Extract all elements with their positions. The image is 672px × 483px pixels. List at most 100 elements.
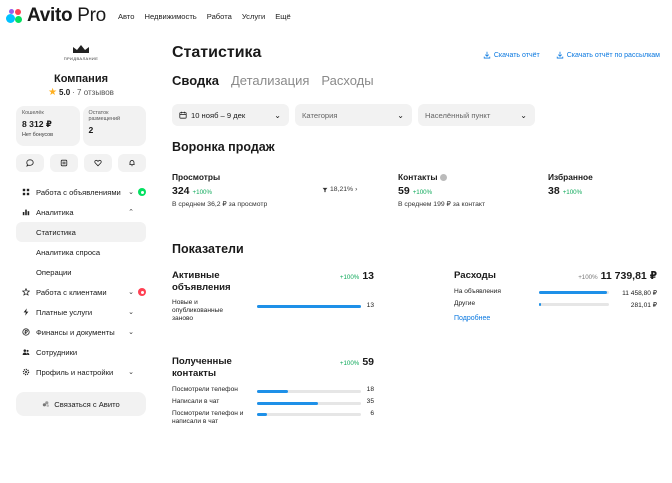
contacts-row-value: 18 — [366, 386, 374, 394]
conversion-value: 18,21% — [330, 186, 354, 193]
date-range-select[interactable]: 10 нояб – 9 дек ⌄ — [172, 104, 289, 126]
top-bar: Avito Pro Авто Недвижимость Работа Услуг… — [0, 0, 672, 32]
sidebar-item-operations[interactable]: Операции — [16, 262, 146, 282]
expenses-block[interactable]: Расходы +100% 11 739,81 ₽ На объявления 1… — [454, 270, 657, 322]
tab-expenses[interactable]: Расходы — [321, 73, 373, 88]
calendar-icon — [179, 111, 187, 119]
sidebar-item-label: Профиль и настройки — [36, 367, 114, 377]
tab-details[interactable]: Детализация — [231, 73, 309, 88]
wallet-button[interactable] — [50, 154, 78, 172]
expenses-more-link[interactable]: Подробнее — [454, 315, 657, 322]
sidebar-item-profile-settings[interactable]: Профиль и настройки ⌄ — [16, 362, 146, 382]
received-contacts-block[interactable]: Полученные контакты +100% 59 Посмотрели т… — [172, 356, 374, 427]
wallet-label: Кошелёк — [22, 110, 44, 116]
favorites-button[interactable] — [84, 154, 112, 172]
contacts-label: Контакты — [398, 172, 548, 182]
expenses-row-bar — [539, 303, 609, 306]
nav-item-more[interactable]: Ещё — [275, 12, 291, 21]
city-placeholder: Населённый пункт — [425, 110, 491, 120]
sidebar-item-label: Работа с клиентами — [36, 287, 107, 297]
sidebar-item-label: Статистика — [36, 227, 76, 237]
sidebar: ПРИДВАЛАНИЕ Компания ★ 5.0 · 7 отзывов К… — [16, 44, 146, 416]
finance-icon — [21, 328, 30, 337]
rating-value: 5.0 — [59, 88, 71, 97]
expenses-row-label: Другие — [454, 300, 476, 308]
contacts-row-label: Посмотрели телефон и написали в чат — [172, 409, 244, 425]
top-nav: Авто Недвижимость Работа Услуги Ещё — [118, 12, 291, 21]
sidebar-item-paid-services[interactable]: Платные услуги ⌄ — [16, 302, 146, 322]
city-select[interactable]: Населённый пункт ⌄ — [418, 104, 535, 126]
contact-avito-button[interactable]: Связаться с Авито — [16, 392, 146, 416]
active-row-label: Новые и опубликованные заново — [172, 298, 224, 323]
category-placeholder: Категория — [302, 110, 338, 120]
expenses-value: 11 739,81 ₽ — [600, 270, 657, 282]
company-name[interactable]: Компания — [16, 73, 146, 85]
chevron-down-icon: ⌄ — [520, 110, 527, 120]
chevron-down-icon: ⌄ — [128, 329, 134, 336]
funnel-views[interactable]: Просмотры 324 +100% В среднем 36,2 ₽ за п… — [172, 172, 398, 208]
info-icon — [439, 174, 447, 181]
nav-item-jobs[interactable]: Работа — [207, 12, 232, 21]
gear-icon — [21, 368, 30, 377]
wallet-card[interactable]: Кошелёк 8 312 ₽ Нет бонусов — [16, 106, 80, 146]
avito-logo-icon — [6, 8, 24, 24]
active-listings-label: Активные объявления — [172, 270, 231, 293]
expenses-delta: +100% — [578, 274, 598, 281]
received-contacts-delta: +100% — [339, 360, 360, 367]
contacts-row-bar — [257, 412, 361, 416]
status-dot — [138, 188, 146, 196]
sidebar-item-finance[interactable]: Финансы и документы ⌄ — [16, 322, 146, 342]
avito-pro-logo[interactable]: Avito Pro — [6, 5, 106, 27]
filters: 10 нояб – 9 дек ⌄ Категория ⌄ Населённый… — [172, 104, 660, 126]
notifications-button[interactable] — [118, 154, 146, 172]
company-logo-caption: ПРИДВАЛАНИЕ — [63, 56, 99, 61]
active-listings-block[interactable]: Активные объявления +100% 13 Новые и опуб… — [172, 270, 374, 324]
sidebar-item-label: Сотрудники — [36, 347, 78, 357]
sidebar-item-label: Платные услуги — [36, 307, 93, 317]
expenses-row-label: На объявления — [454, 288, 501, 296]
star-icon: ★ — [48, 87, 58, 98]
sidebar-item-clients[interactable]: Работа с клиентами ⌄ — [16, 282, 146, 302]
expenses-row-bar — [539, 291, 609, 294]
sidebar-item-analytics[interactable]: Аналитика ⌃ — [16, 202, 146, 222]
download-report-link[interactable]: Скачать отчёт — [483, 51, 540, 59]
wallet-value: 8 312 ₽ — [22, 118, 52, 129]
expenses-row-fill — [539, 303, 542, 306]
contacts-row-label: Посмотрели телефон — [172, 385, 238, 393]
sidebar-item-demand-analytics[interactable]: Аналитика спроса — [16, 242, 146, 262]
nav-item-realty[interactable]: Недвижимость — [145, 12, 197, 21]
conversion-rate[interactable]: 18,21% › — [322, 186, 357, 193]
placements-card[interactable]: Остаток размещений 2 — [82, 106, 146, 146]
nav-item-services[interactable]: Услуги — [242, 12, 265, 21]
expenses-label: Расходы — [454, 270, 496, 281]
placements-value: 2 — [88, 124, 94, 135]
download-mailing-report-link[interactable]: Скачать отчёт по рассылкам — [556, 51, 660, 59]
company-logo: ПРИДВАЛАНИЕ — [16, 44, 146, 61]
sidebar-item-listings[interactable]: Работа с объявлениями ⌄ — [16, 182, 146, 202]
messages-button[interactable] — [16, 154, 44, 172]
tab-summary[interactable]: Сводка — [172, 73, 219, 88]
category-select[interactable]: Категория ⌄ — [295, 104, 412, 126]
funnel-favorites[interactable]: Избранное 38 +100% — [548, 172, 593, 208]
chevron-down-icon: ⌄ — [128, 369, 134, 376]
views-delta: +100% — [192, 189, 212, 196]
funnel-contacts[interactable]: Контакты 59 +100% В среднем 199 ₽ за конт… — [398, 172, 548, 208]
received-contacts-value: 59 — [362, 356, 374, 368]
indicators-title: Показатели — [172, 242, 244, 256]
active-listings-delta: +100% — [339, 274, 360, 281]
contacts-row-value: 6 — [370, 409, 374, 417]
chevron-up-icon: ⌃ — [128, 209, 134, 216]
sidebar-item-statistics[interactable]: Статистика — [16, 222, 146, 242]
tabs: Сводка Детализация Расходы — [172, 73, 660, 88]
chevron-down-icon: ⌄ — [274, 110, 281, 120]
expenses-row-value: 11 458,80 ₽ — [622, 289, 657, 297]
sidebar-menu: Работа с объявлениями ⌄ Аналитика ⌃ Стат… — [16, 182, 146, 382]
company-rating[interactable]: ★ 5.0 · 7 отзывов — [16, 87, 146, 98]
chart-icon — [21, 208, 30, 217]
nav-item-auto[interactable]: Авто — [118, 12, 135, 21]
chevron-down-icon: ⌄ — [128, 189, 134, 196]
views-value: 324 — [172, 185, 190, 197]
expenses-row-fill — [539, 291, 607, 294]
sidebar-item-employees[interactable]: Сотрудники — [16, 342, 146, 362]
people-icon — [21, 348, 30, 357]
